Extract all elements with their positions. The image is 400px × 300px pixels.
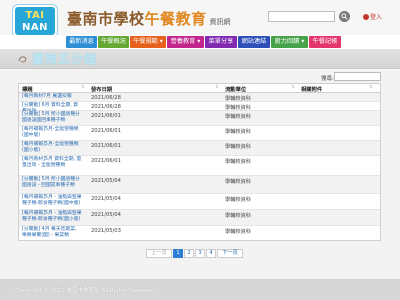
column-header-unit[interactable]: 流動單位 (225, 85, 246, 93)
login-link[interactable]: 登入 (363, 12, 382, 21)
table-row: [每月教材]5月 資料全期, 量量出效 - 全能營種類 2021/06/01 學… (19, 156, 380, 176)
login-label: 登入 (370, 14, 383, 21)
site-title[interactable]: 臺南市學校午餐教育 資訊網 (67, 8, 231, 28)
site-title-part3: 資訊網 (209, 18, 231, 26)
site-header: TAI NAN 臺南市學校午餐教育 資訊網 登入 (0, 0, 400, 37)
table-row: [每月補報]5月-全能營種類(國小版) 2021/06/01 學輔校資科 (19, 141, 380, 156)
page-title: 臺南五分鐘 (32, 52, 98, 66)
row-unit: 學輔校資科 (225, 129, 251, 135)
row-date: 2021/06/01 (91, 158, 121, 164)
row-title-link[interactable]: [分實動] 5月 所小國語種分國語設 - 回國提事種子類 (22, 177, 82, 189)
row-title-link[interactable]: [分實動] 4月 每天吃蔬菜, 樂樂果實(國) - 果菜類 (22, 227, 82, 239)
table-row: [每月補報]5月-全能營種類(國中版) 2021/06/01 學輔校資科 (19, 126, 380, 141)
pagination-page[interactable]: 4 (206, 249, 216, 258)
row-unit: 學輔校資科 (225, 96, 251, 102)
row-date: 2021/06/28 (91, 95, 121, 101)
nav-item-menu-share[interactable]: 菜單分享 (205, 36, 237, 48)
row-date: 2021/06/01 (91, 113, 121, 119)
table-row: [分實動] 5月 所小國語種分國語設國回事種子類 2021/06/01 學輔校資… (19, 111, 380, 126)
nav-item-links[interactable]: 網站連結 (238, 36, 270, 48)
search-label: 搜尋: (321, 76, 334, 82)
copyright-text: Copyright © 2022 臺南市教育局 All Rights Reser… (15, 288, 155, 294)
site-logo[interactable]: TAI NAN (13, 5, 57, 37)
nav-item-feedback[interactable]: 廚力回饋 ▾ (271, 36, 308, 48)
logo-text-bottom: NAN (22, 22, 48, 33)
row-unit: 學輔校資科 (225, 197, 251, 203)
row-title-link[interactable]: [分實動] 5月 所小國語種分國語設國回事種子類 (22, 112, 82, 124)
row-unit: 學輔校資科 (225, 229, 251, 235)
row-title-link[interactable]: [每月補報]5月 - 油脂與堅果種子類-飲食種子類(國中版) (22, 195, 82, 207)
header-search-input[interactable] (268, 11, 335, 22)
swirl-icon (18, 56, 27, 63)
row-date: 2021/06/01 (91, 128, 121, 134)
row-title-link[interactable]: [每月教材]5月 資料全期, 量量出效 - 全能營種類 (22, 157, 82, 169)
nav-item-nutrition-education[interactable]: 營養教育 ▾ (167, 36, 204, 48)
row-title-link[interactable]: [每月補報]5月-全能營種類(國中版) (22, 127, 82, 139)
column-header-title[interactable]: 標題 (22, 85, 33, 93)
row-date: 2021/05/03 (91, 228, 121, 234)
row-unit: 學輔校資科 (225, 179, 251, 185)
row-unit: 學輔校資科 (225, 114, 251, 120)
table-row: [分實動] 6月 資料全期, 資費出效 2021/06/28 學輔校資科 (19, 102, 380, 114)
row-date: 2021/05/04 (91, 212, 121, 218)
site-title-part2: 午餐教育 (144, 10, 207, 28)
pagination-page[interactable]: 2 (184, 249, 194, 258)
row-title-link[interactable]: [每月教材7月 展還扣報 (22, 94, 82, 100)
nav-item-news[interactable]: 最新消息 (66, 36, 97, 48)
row-unit: 學輔校資科 (225, 105, 251, 111)
main-nav: 最新消息 午餐概況 午餐規範 ▾ 營養教育 ▾ 菜單分享 網站連結 廚力回饋 ▾… (0, 35, 400, 49)
row-unit: 學輔校資科 (225, 159, 251, 165)
logo-text-top: TAI (25, 10, 45, 21)
column-header-date[interactable]: 發布日期 (91, 85, 112, 93)
search-input[interactable] (334, 72, 381, 81)
row-date: 2021/05/04 (91, 178, 121, 184)
site-footer: Copyright © 2022 臺南市教育局 All Rights Reser… (0, 279, 400, 300)
table-row: [分實動] 5月 所小國語種分國語設 - 回國提事種子類 2021/05/04 … (19, 176, 380, 194)
row-date: 2021/06/01 (91, 143, 121, 149)
row-title-link[interactable]: [每月補報]5月-全能營種類(國小版) (22, 142, 82, 154)
table-row: [每月補報]5月 - 油脂與堅果種子類-飲食種子類(國中版) 2021/05/0… (19, 194, 380, 210)
row-title-link[interactable]: [每月補報]5月 - 油脂與堅果種子類-飲食種子類(國小版) (22, 211, 82, 223)
row-unit: 學輔校資科 (225, 213, 251, 219)
row-unit: 學輔校資科 (225, 144, 251, 150)
page: TAI NAN 臺南市學校午餐教育 資訊網 登入 最新消息 午餐概況 午餐規範 ▾… (0, 0, 400, 300)
nav-item-accounting[interactable]: 午餐記帳 (309, 36, 341, 48)
nav-item-overview[interactable]: 午餐概況 (98, 36, 129, 48)
table-header: 標題 發布日期 流動單位 相關附件 ⇅ ⇅ ⇅ ⇅ (19, 84, 380, 93)
table-row: [每月教材7月 展還扣報 2021/06/28 學輔校資科 (19, 93, 380, 102)
table-row: [分實動] 4月 每天吃蔬菜, 樂樂果實(國) - 果菜類 2021/05/03… (19, 226, 380, 240)
nav-item-regulations[interactable]: 午餐規範 ▾ (130, 36, 166, 48)
pagination-page[interactable]: 3 (195, 249, 205, 258)
pagination-prev[interactable]: 上一頁 (146, 249, 172, 258)
table-row: [每月補報]5月 - 油脂與堅果種子類-飲食種子類(國小版) 2021/05/0… (19, 210, 380, 226)
column-header-attachment[interactable]: 相關附件 (301, 85, 322, 93)
row-date: 2021/05/04 (91, 196, 121, 202)
announcement-table: 標題 發布日期 流動單位 相關附件 ⇅ ⇅ ⇅ ⇅ [每月教材7月 展還扣報 2… (18, 83, 381, 241)
user-icon (363, 14, 369, 20)
site-title-part1: 臺南市學校 (67, 10, 145, 28)
search-icon (341, 13, 348, 20)
pagination-page[interactable]: 1 (173, 249, 183, 258)
row-date: 2021/06/28 (91, 104, 121, 110)
pagination-next[interactable]: 下一頁 (217, 249, 243, 258)
header-search-button[interactable] (339, 11, 350, 22)
